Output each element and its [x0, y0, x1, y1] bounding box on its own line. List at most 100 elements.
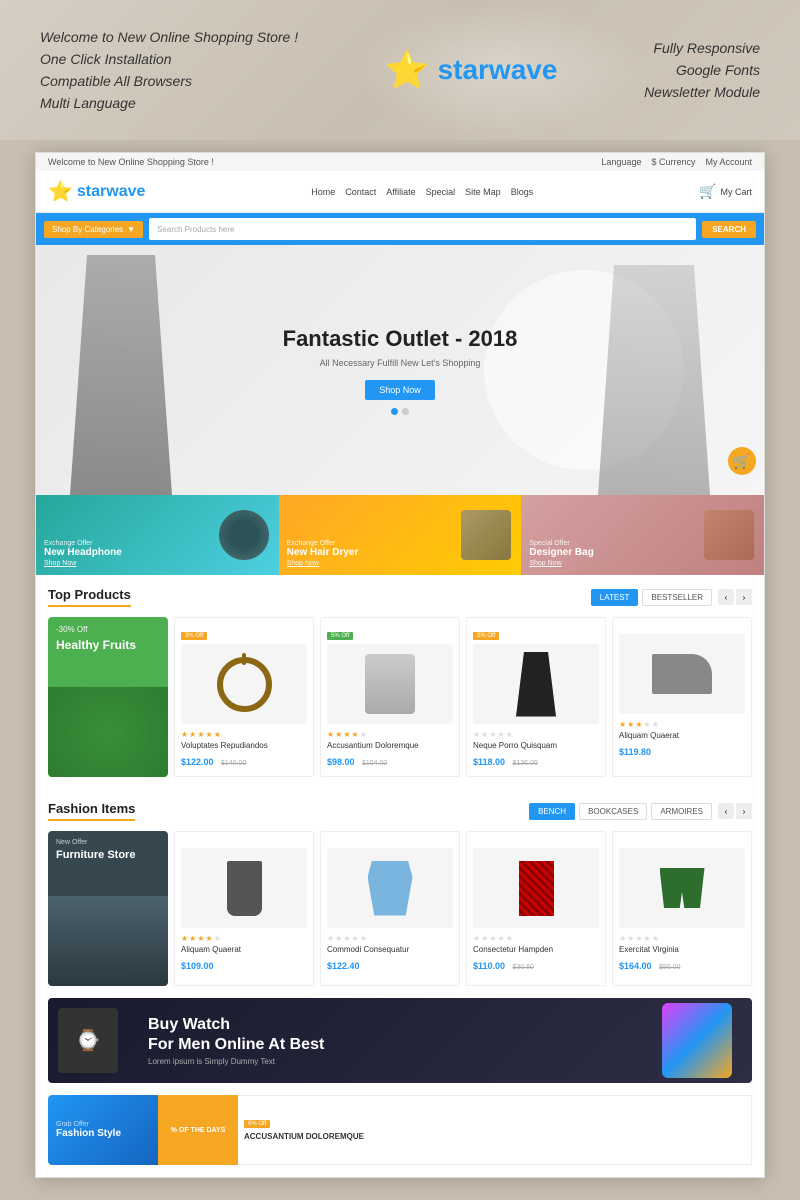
promo-card-headphone[interactable]: Exchange Offer New Headphone Shop Now	[36, 495, 279, 575]
fashion-name-4: Exercitat Virginia	[619, 945, 745, 954]
bottom-card-title: Fashion Style	[56, 1128, 150, 1139]
promo-link-2[interactable]: Shop Now	[287, 560, 514, 567]
top-products-controls: LATEST BESTSELLER ‹ ›	[591, 589, 752, 606]
watch-banner-subtitle: Lorem ipsum is Simply Dummy Text	[148, 1057, 324, 1066]
cart-float-icon[interactable]: 🛒	[728, 447, 756, 475]
fashion-next-arrow[interactable]: ›	[736, 803, 752, 819]
product-name-1: Voluptates Repudiandos	[181, 741, 307, 750]
tab-latest[interactable]: LATEST	[591, 589, 639, 606]
search-button[interactable]: SEARCH	[702, 221, 756, 238]
star: ★	[327, 934, 334, 943]
product-card-3[interactable]: 2% Off ★★★★★ Neque Porro Quisquam $118.0…	[466, 617, 606, 777]
product-stars-3: ★★★★★	[473, 730, 599, 739]
star: ★	[652, 720, 659, 729]
fashion-pricing-3: $110.00 $30.60	[473, 956, 599, 974]
fashion-old-price-3: $30.60	[513, 964, 534, 971]
promo-link-3[interactable]: Shop Now	[529, 560, 756, 567]
star: ★	[214, 730, 221, 739]
hero-left-features: Welcome to New Online Shopping Store ! O…	[40, 29, 298, 111]
scarf-product-shape	[365, 654, 415, 714]
featured-product[interactable]: -30% Off Healthy Fruits	[48, 617, 168, 777]
tab-armoires[interactable]: ARMOIRES	[651, 803, 712, 820]
promo-link-1[interactable]: Shop Now	[44, 560, 271, 567]
fashion-card-1[interactable]: ★★★★★ Aliquam Quaerat $109.00	[174, 831, 314, 986]
feature-responsive: Fully Responsive	[644, 40, 760, 56]
fashion-card-2[interactable]: ★★★★★ Commodi Consequatur $122.40	[320, 831, 460, 986]
nav-affiliate[interactable]: Affiliate	[386, 187, 415, 197]
shop-by-categories-button[interactable]: Shop By Categories ▼	[44, 221, 143, 238]
featured-image	[48, 687, 168, 777]
headphone-image	[219, 510, 269, 560]
nav-blogs[interactable]: Blogs	[511, 187, 534, 197]
star: ★	[360, 730, 367, 739]
next-arrow[interactable]: ›	[736, 589, 752, 605]
star: ★	[189, 934, 196, 943]
fashion-prev-arrow[interactable]: ‹	[718, 803, 734, 819]
tab-bench[interactable]: BENCH	[529, 803, 575, 820]
product-card-1[interactable]: 3% Off ★★★★★ Voluptates Repudiandos $122…	[174, 617, 314, 777]
tab-bookcases[interactable]: BOOKCASES	[579, 803, 647, 820]
search-input[interactable]: Search Products here	[149, 218, 696, 240]
banner-figure-left	[36, 255, 206, 495]
cart-button[interactable]: 🛒 My Cart	[699, 183, 752, 200]
language-selector[interactable]: Language	[601, 157, 641, 167]
star: ★	[327, 730, 334, 739]
dot-2[interactable]	[402, 408, 409, 415]
banner-subtitle: All Necessary Fulfill New Let's Shopping	[283, 358, 518, 368]
fashion-card-4[interactable]: ★★★★★ Exercitat Virginia $164.00 $90.00	[612, 831, 752, 986]
welcome-text: Welcome to New Online Shopping Store !	[48, 157, 214, 167]
star: ★	[489, 934, 496, 943]
prev-arrow[interactable]: ‹	[718, 589, 734, 605]
watch-banner[interactable]: ⌚ Buy Watch For Men Online At Best Lorem…	[48, 998, 752, 1083]
currency-selector[interactable]: $ Currency	[651, 157, 695, 167]
watch-banner-title: Buy Watch For Men Online At Best	[148, 1015, 324, 1053]
bottom-card-fashion[interactable]: Grab Offer Fashion Style	[48, 1095, 158, 1165]
featured-fashion[interactable]: New Offer Furniture Store	[48, 831, 168, 986]
star: ★	[644, 720, 651, 729]
promo-card-dryer[interactable]: Exchange Offer New Hair Dryer Shop Now	[279, 495, 522, 575]
spacer	[473, 838, 599, 848]
watch-banner-content: Buy Watch For Men Online At Best Lorem i…	[148, 1015, 324, 1065]
headphone-product-shape	[217, 657, 272, 712]
star: ★	[343, 730, 350, 739]
search-placeholder: Search Products here	[157, 225, 234, 234]
feature-installation: One Click Installation	[40, 51, 298, 67]
nav-contact[interactable]: Contact	[345, 187, 376, 197]
account-selector[interactable]: My Account	[705, 157, 752, 167]
bottom-product-badge: 6% Off	[244, 1120, 270, 1128]
nav-sitemap[interactable]: Site Map	[465, 187, 501, 197]
product-stars-4: ★★★★★	[619, 720, 745, 729]
tab-bestseller[interactable]: BESTSELLER	[642, 589, 712, 606]
feature-browsers: Compatible All Browsers	[40, 73, 298, 89]
cart-label: My Cart	[720, 187, 752, 197]
nav-logo[interactable]: ⭐ starwave	[48, 179, 145, 204]
bottom-product-card[interactable]: 6% Off ACCUSANTIUM DOLOREMQUE	[238, 1095, 752, 1165]
star: ★	[627, 720, 634, 729]
nav-home[interactable]: Home	[311, 187, 335, 197]
fashion-image-4	[619, 848, 745, 928]
cart-icon: 🛒	[699, 183, 716, 200]
star: ★	[652, 934, 659, 943]
product-card-4[interactable]: ★★★★★ Aliquam Quaerat $119.80	[612, 617, 752, 777]
product-card-2[interactable]: 5% Off ★★★★★ Accusantium Doloremque $98.…	[320, 617, 460, 777]
nav-special[interactable]: Special	[426, 187, 456, 197]
watch-image-right	[662, 1003, 732, 1078]
star: ★	[506, 934, 513, 943]
product-image-1	[181, 644, 307, 724]
dot-1[interactable]	[391, 408, 398, 415]
product-badge-2: 5% Off	[327, 632, 353, 640]
star: ★	[352, 730, 359, 739]
promo-card-bag[interactable]: Special Offer Designer Bag Shop Now	[521, 495, 764, 575]
product-badge-3: 2% Off	[473, 632, 499, 640]
fashion-stars-3: ★★★★★	[473, 934, 599, 943]
bottom-offer-label: % OF THE DAYS	[171, 1127, 226, 1134]
star: ★	[627, 934, 634, 943]
star: ★	[619, 720, 626, 729]
bottom-card-offer[interactable]: % OF THE DAYS	[158, 1095, 238, 1165]
feature-newsletter: Newsletter Module	[644, 84, 760, 100]
fashion-image-1	[181, 848, 307, 928]
product-pricing-4: $119.80	[619, 742, 745, 760]
fashion-image-2	[327, 848, 453, 928]
shop-now-button[interactable]: Shop Now	[365, 380, 435, 400]
fashion-card-3[interactable]: ★★★★★ Consectetur Hampden $110.00 $30.60	[466, 831, 606, 986]
